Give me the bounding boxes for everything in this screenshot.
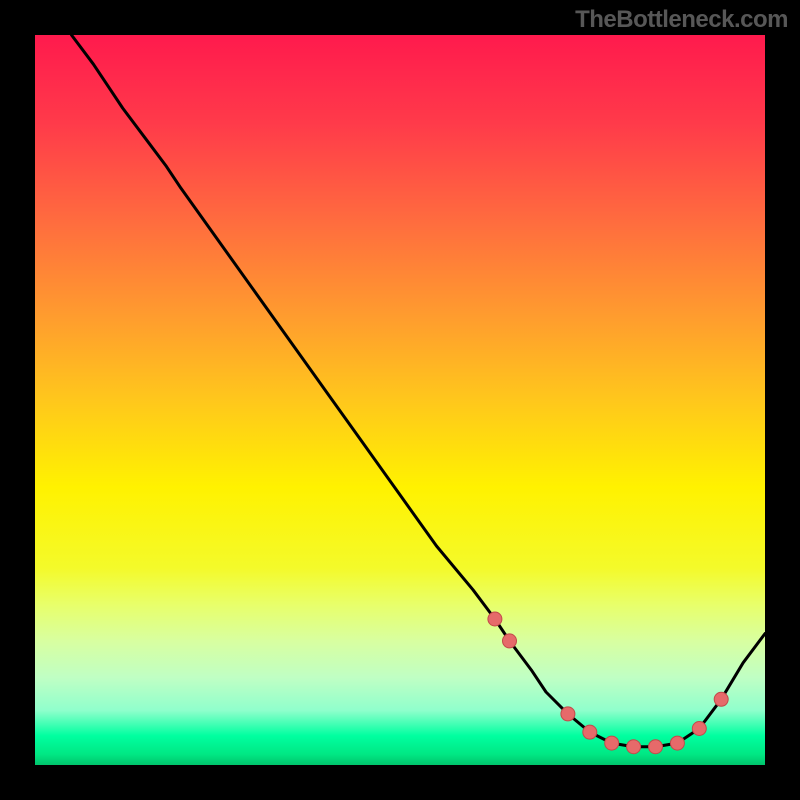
attribution-text: TheBottleneck.com bbox=[575, 6, 788, 34]
plot-area bbox=[35, 35, 765, 765]
marker-point bbox=[503, 634, 517, 648]
marker-point bbox=[714, 692, 728, 706]
marker-point bbox=[670, 736, 684, 750]
marker-point bbox=[583, 725, 597, 739]
marker-point bbox=[627, 740, 641, 754]
chart-container: TheBottleneck.com bbox=[0, 0, 800, 800]
marker-point bbox=[561, 707, 575, 721]
marker-point bbox=[488, 612, 502, 626]
chart-overlay bbox=[35, 35, 765, 765]
marker-point bbox=[605, 736, 619, 750]
marker-point bbox=[649, 740, 663, 754]
marker-point bbox=[692, 722, 706, 736]
curve-bottleneck-curve bbox=[72, 35, 766, 747]
line-series bbox=[72, 35, 766, 747]
